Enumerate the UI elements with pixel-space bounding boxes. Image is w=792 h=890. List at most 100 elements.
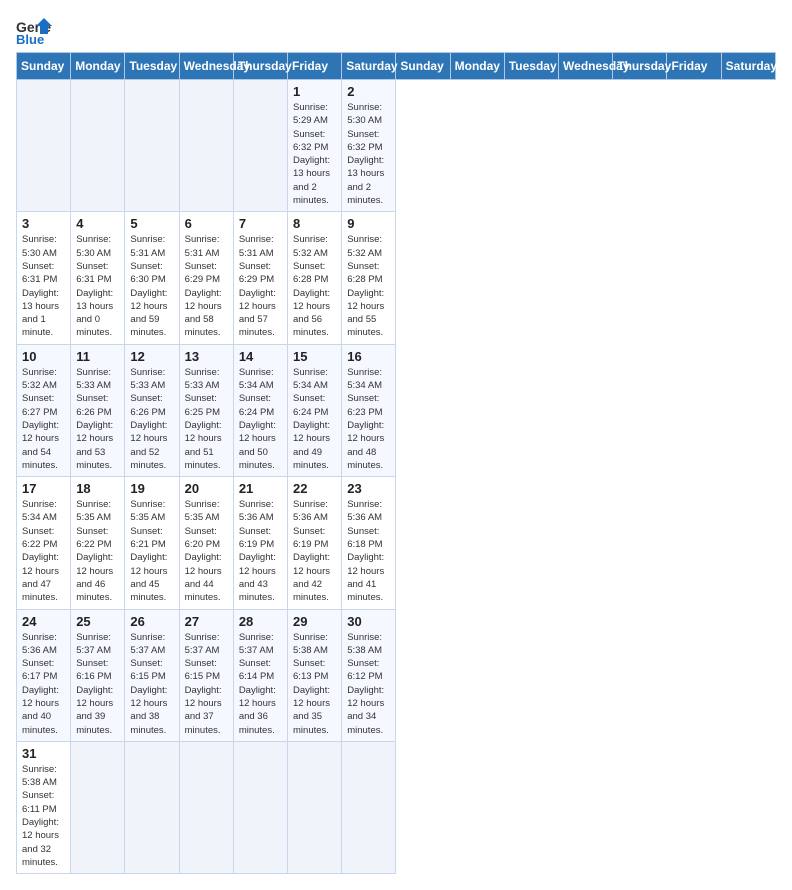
- day-info: Sunrise: 5:34 AM Sunset: 6:23 PM Dayligh…: [347, 366, 390, 472]
- calendar-cell: [71, 741, 125, 873]
- day-info: Sunrise: 5:32 AM Sunset: 6:28 PM Dayligh…: [347, 233, 390, 339]
- day-info: Sunrise: 5:35 AM Sunset: 6:21 PM Dayligh…: [130, 498, 173, 604]
- calendar-cell: 5Sunrise: 5:31 AM Sunset: 6:30 PM Daylig…: [125, 212, 179, 344]
- day-info: Sunrise: 5:33 AM Sunset: 6:26 PM Dayligh…: [76, 366, 119, 472]
- day-number: 8: [293, 216, 336, 231]
- calendar-cell: 26 Sunrise: 5:37 AM Sunset: 6:15 PM Dayli…: [125, 609, 179, 741]
- calendar-cell: 25 Sunrise: 5:37 AM Sunset: 6:16 PM Dayli…: [71, 609, 125, 741]
- day-info: Sunrise: 5:31 AM Sunset: 6:29 PM Dayligh…: [185, 233, 228, 339]
- calendar-cell: [71, 80, 125, 212]
- day-info: Sunrise: 5:37 AM Sunset: 6:14 PM Dayligh…: [239, 631, 282, 737]
- calendar-cell: 7 Sunrise: 5:31 AM Sunset: 6:29 PM Daylig…: [233, 212, 287, 344]
- day-info: Sunrise: 5:34 AM Sunset: 6:22 PM Dayligh…: [22, 498, 65, 604]
- day-number: 7: [239, 216, 282, 231]
- day-number: 19: [130, 481, 173, 496]
- day-info: Sunrise: 5:34 AM Sunset: 6:24 PM Dayligh…: [293, 366, 336, 472]
- calendar-cell: 22 Sunrise: 5:36 AM Sunset: 6:19 PM Dayli…: [288, 477, 342, 609]
- day-number: 11: [76, 349, 119, 364]
- day-number: 4: [76, 216, 119, 231]
- calendar-cell: 12Sunrise: 5:33 AM Sunset: 6:26 PM Dayli…: [125, 344, 179, 476]
- day-number: 18: [76, 481, 119, 496]
- day-number: 21: [239, 481, 282, 496]
- calendar-cell: [233, 741, 287, 873]
- calendar-week-row: 1Sunrise: 5:29 AM Sunset: 6:32 PM Daylig…: [17, 80, 776, 212]
- calendar-cell: 10 Sunrise: 5:32 AM Sunset: 6:27 PM Dayli…: [17, 344, 71, 476]
- calendar-cell: 11 Sunrise: 5:33 AM Sunset: 6:26 PM Dayli…: [71, 344, 125, 476]
- header-wednesday: Wednesday: [179, 53, 233, 80]
- day-info: Sunrise: 5:30 AM Sunset: 6:32 PM Dayligh…: [347, 101, 390, 207]
- calendar-cell: [342, 741, 396, 873]
- day-number: 29: [293, 614, 336, 629]
- day-number: 27: [185, 614, 228, 629]
- day-number: 17: [22, 481, 65, 496]
- calendar-cell: [179, 741, 233, 873]
- day-info: Sunrise: 5:32 AM Sunset: 6:27 PM Dayligh…: [22, 366, 65, 472]
- calendar-cell: 14Sunrise: 5:34 AM Sunset: 6:24 PM Dayli…: [233, 344, 287, 476]
- header-thursday: Thursday: [233, 53, 287, 80]
- header-saturday: Saturday: [342, 53, 396, 80]
- day-number: 10: [22, 349, 65, 364]
- header-sunday: Sunday: [17, 53, 71, 80]
- calendar-cell: 19 Sunrise: 5:35 AM Sunset: 6:21 PM Dayli…: [125, 477, 179, 609]
- column-header-wednesday: Wednesday: [559, 53, 613, 80]
- calendar-cell: [288, 741, 342, 873]
- svg-text:Blue: Blue: [16, 32, 44, 44]
- day-info: Sunrise: 5:37 AM Sunset: 6:15 PM Dayligh…: [185, 631, 228, 737]
- day-number: 25: [76, 614, 119, 629]
- calendar-cell: 15 Sunrise: 5:34 AM Sunset: 6:24 PM Dayli…: [288, 344, 342, 476]
- calendar-cell: 3Sunrise: 5:30 AM Sunset: 6:31 PM Daylig…: [17, 212, 71, 344]
- calendar-cell: 13Sunrise: 5:33 AM Sunset: 6:25 PM Dayli…: [179, 344, 233, 476]
- calendar-cell: 2 Sunrise: 5:30 AM Sunset: 6:32 PM Daylig…: [342, 80, 396, 212]
- day-info: Sunrise: 5:30 AM Sunset: 6:31 PM Dayligh…: [76, 233, 119, 339]
- calendar-week-row: 31Sunrise: 5:38 AM Sunset: 6:11 PM Dayli…: [17, 741, 776, 873]
- calendar-cell: 9 Sunrise: 5:32 AM Sunset: 6:28 PM Daylig…: [342, 212, 396, 344]
- calendar-cell: 17 Sunrise: 5:34 AM Sunset: 6:22 PM Dayli…: [17, 477, 71, 609]
- day-info: Sunrise: 5:38 AM Sunset: 6:12 PM Dayligh…: [347, 631, 390, 737]
- day-info: Sunrise: 5:35 AM Sunset: 6:22 PM Dayligh…: [76, 498, 119, 604]
- day-number: 22: [293, 481, 336, 496]
- column-header-monday: Monday: [450, 53, 504, 80]
- calendar-cell: 6Sunrise: 5:31 AM Sunset: 6:29 PM Daylig…: [179, 212, 233, 344]
- day-number: 2: [347, 84, 390, 99]
- calendar-cell: 16 Sunrise: 5:34 AM Sunset: 6:23 PM Dayli…: [342, 344, 396, 476]
- day-number: 13: [185, 349, 228, 364]
- day-info: Sunrise: 5:37 AM Sunset: 6:15 PM Dayligh…: [130, 631, 173, 737]
- calendar-cell: 31Sunrise: 5:38 AM Sunset: 6:11 PM Dayli…: [17, 741, 71, 873]
- day-number: 3: [22, 216, 65, 231]
- calendar-cell: 29 Sunrise: 5:38 AM Sunset: 6:13 PM Dayli…: [288, 609, 342, 741]
- day-info: Sunrise: 5:37 AM Sunset: 6:16 PM Dayligh…: [76, 631, 119, 737]
- header-tuesday: Tuesday: [125, 53, 179, 80]
- calendar-cell: 20Sunrise: 5:35 AM Sunset: 6:20 PM Dayli…: [179, 477, 233, 609]
- page-header: General Blue: [16, 16, 776, 44]
- calendar-week-row: 3 Sunrise: 5:30 AM Sunset: 6:31 PM Daylig…: [17, 212, 776, 344]
- day-info: Sunrise: 5:38 AM Sunset: 6:13 PM Dayligh…: [293, 631, 336, 737]
- header-monday: Monday: [71, 53, 125, 80]
- calendar-week-row: 10 Sunrise: 5:32 AM Sunset: 6:27 PM Dayli…: [17, 344, 776, 476]
- day-info: Sunrise: 5:36 AM Sunset: 6:18 PM Dayligh…: [347, 498, 390, 604]
- calendar-cell: [125, 741, 179, 873]
- calendar-week-row: 24Sunrise: 5:36 AM Sunset: 6:17 PM Dayli…: [17, 609, 776, 741]
- day-number: 26: [130, 614, 173, 629]
- day-info: Sunrise: 5:38 AM Sunset: 6:11 PM Dayligh…: [22, 763, 65, 869]
- day-info: Sunrise: 5:31 AM Sunset: 6:29 PM Dayligh…: [239, 233, 282, 339]
- calendar-cell: [17, 80, 71, 212]
- logo: General Blue: [16, 16, 60, 44]
- calendar-cell: [233, 80, 287, 212]
- logo-icon: General Blue: [16, 16, 52, 44]
- day-info: Sunrise: 5:32 AM Sunset: 6:28 PM Dayligh…: [293, 233, 336, 339]
- day-number: 15: [293, 349, 336, 364]
- day-info: Sunrise: 5:36 AM Sunset: 6:19 PM Dayligh…: [239, 498, 282, 604]
- day-number: 9: [347, 216, 390, 231]
- calendar-cell: 21 Sunrise: 5:36 AM Sunset: 6:19 PM Dayli…: [233, 477, 287, 609]
- calendar-cell: [179, 80, 233, 212]
- calendar-table: SundayMondayTuesdayWednesdayThursdayFrid…: [16, 52, 776, 874]
- day-number: 16: [347, 349, 390, 364]
- calendar-cell: 18 Sunrise: 5:35 AM Sunset: 6:22 PM Dayli…: [71, 477, 125, 609]
- calendar-cell: 4 Sunrise: 5:30 AM Sunset: 6:31 PM Daylig…: [71, 212, 125, 344]
- day-info: Sunrise: 5:36 AM Sunset: 6:17 PM Dayligh…: [22, 631, 65, 737]
- day-info: Sunrise: 5:36 AM Sunset: 6:19 PM Dayligh…: [293, 498, 336, 604]
- column-header-sunday: Sunday: [396, 53, 450, 80]
- calendar-cell: 1Sunrise: 5:29 AM Sunset: 6:32 PM Daylig…: [288, 80, 342, 212]
- column-header-friday: Friday: [667, 53, 721, 80]
- day-info: Sunrise: 5:29 AM Sunset: 6:32 PM Dayligh…: [293, 101, 336, 207]
